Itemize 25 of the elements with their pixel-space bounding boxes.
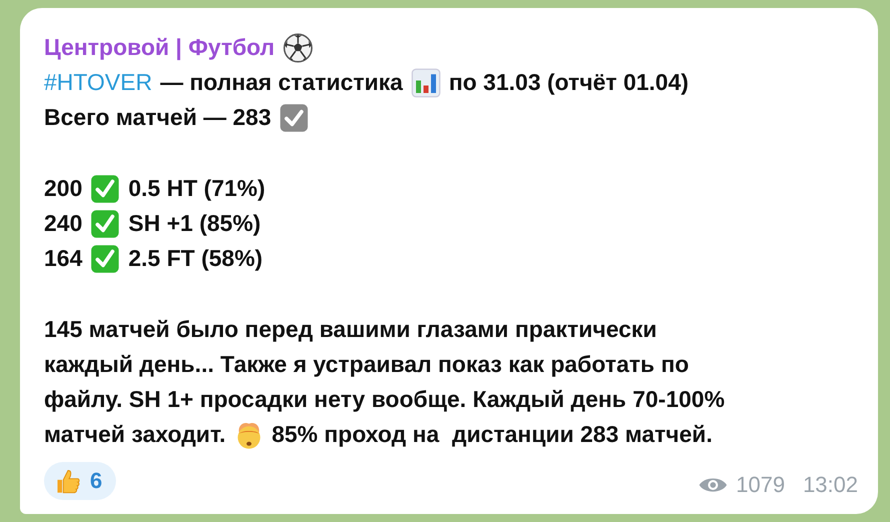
check-mark-icon	[90, 208, 120, 238]
headline-text: по 31.03 (отчёт 01.04)	[448, 69, 689, 96]
reaction-button[interactable]: 6	[44, 462, 116, 500]
channel-name[interactable]: Центровой | Футбол	[44, 34, 275, 61]
result-count: 240	[44, 210, 82, 237]
hashtag-link[interactable]: #HTOVER	[44, 69, 152, 96]
soccer-ball-icon	[282, 32, 313, 62]
result-count: 164	[44, 245, 82, 272]
message-time: 13:02	[802, 472, 858, 498]
bar-chart-icon	[410, 68, 441, 98]
message-text: 85% проход на дистанции 283 матчей.	[272, 421, 712, 448]
view-count: 1079	[736, 472, 785, 498]
message-text: файлу. SH 1+ просадки нету вообще. Каждый день 70-100%	[44, 386, 725, 413]
check-box-icon	[279, 102, 310, 132]
message-text: 145 матчей было перед вашими глазами практически	[44, 316, 657, 343]
result-label: 0.5 HT (71%)	[128, 175, 266, 202]
result-count: 200	[44, 175, 82, 202]
check-mark-icon	[90, 244, 120, 274]
check-mark-icon	[90, 174, 120, 204]
total-text: Всего матчей — 283	[44, 104, 272, 131]
headline-text: — полная статистика	[160, 69, 403, 96]
result-label: 2.5 FT (58%)	[128, 245, 263, 272]
message-text: каждый день... Также я устраивал показ как работать по	[44, 351, 689, 378]
result-label: SH +1 (85%)	[128, 210, 261, 237]
message-text: матчей заходит.	[44, 421, 226, 448]
